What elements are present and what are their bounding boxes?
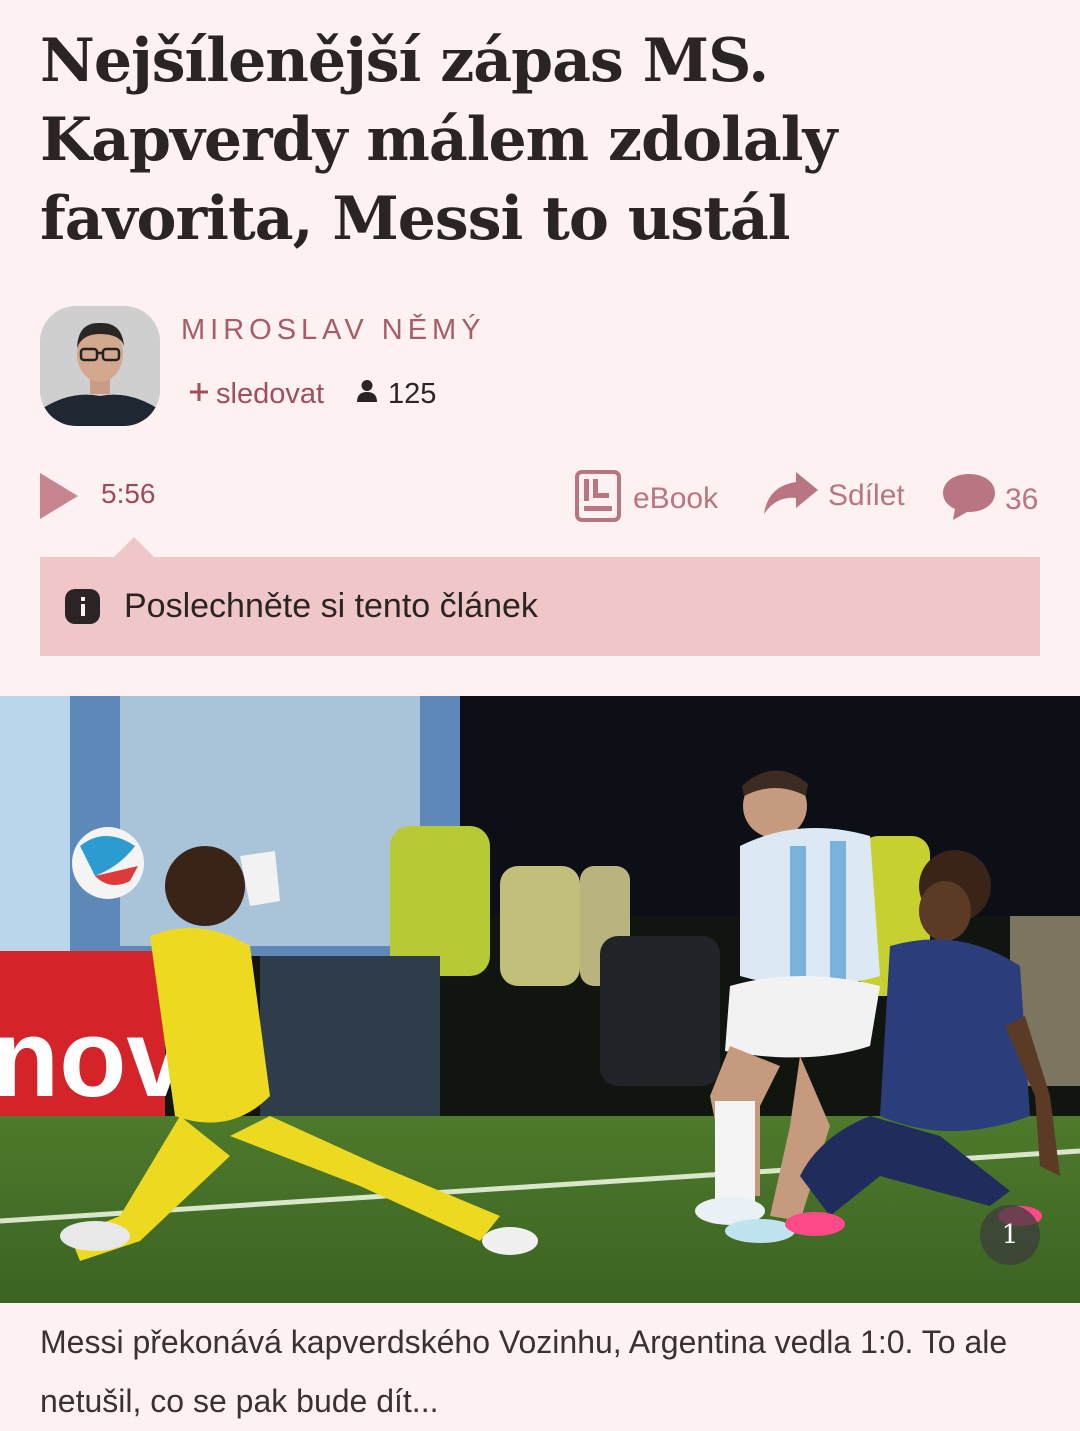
author-avatar[interactable] bbox=[40, 306, 160, 426]
tooltip-text: Poslechněte si tento článek bbox=[124, 587, 538, 625]
share-icon bbox=[764, 472, 818, 519]
play-audio-button[interactable] bbox=[40, 473, 78, 524]
play-icon bbox=[40, 473, 78, 524]
followers-value: 125 bbox=[388, 378, 437, 410]
info-icon bbox=[65, 589, 100, 624]
comment-icon bbox=[941, 472, 997, 527]
article-headline: Nejšílenější zápas MS. Kapverdy málem zd… bbox=[40, 26, 837, 254]
photo-index-badge[interactable]: 1 bbox=[980, 1205, 1040, 1265]
author-photo bbox=[40, 306, 160, 426]
audio-duration: 5:56 bbox=[101, 478, 156, 509]
followers-count: 125 bbox=[356, 378, 436, 411]
user-icon bbox=[356, 378, 378, 411]
share-label: Sdílet bbox=[828, 478, 905, 512]
follow-label: sledovat bbox=[216, 378, 325, 410]
ebook-icon bbox=[575, 470, 621, 527]
comments-button[interactable]: 36 bbox=[941, 472, 1038, 527]
ebook-button[interactable]: eBook bbox=[575, 470, 718, 527]
follow-button[interactable]: sledovat bbox=[188, 378, 324, 411]
photo-caption: Messi překonává kapverdského Vozinhu, Ar… bbox=[40, 1324, 1008, 1419]
article-photo[interactable]: novo bbox=[0, 696, 1080, 1303]
football-scene: novo bbox=[0, 696, 1080, 1303]
listen-tooltip[interactable]: Poslechněte si tento článek bbox=[40, 557, 1040, 656]
tooltip-pointer bbox=[114, 537, 154, 557]
share-button[interactable]: Sdílet bbox=[764, 472, 905, 519]
plus-icon bbox=[188, 378, 210, 411]
ebook-label: eBook bbox=[633, 481, 719, 515]
comments-count: 36 bbox=[1005, 482, 1039, 516]
author-name[interactable]: MIROSLAV NĚMÝ bbox=[181, 314, 486, 347]
